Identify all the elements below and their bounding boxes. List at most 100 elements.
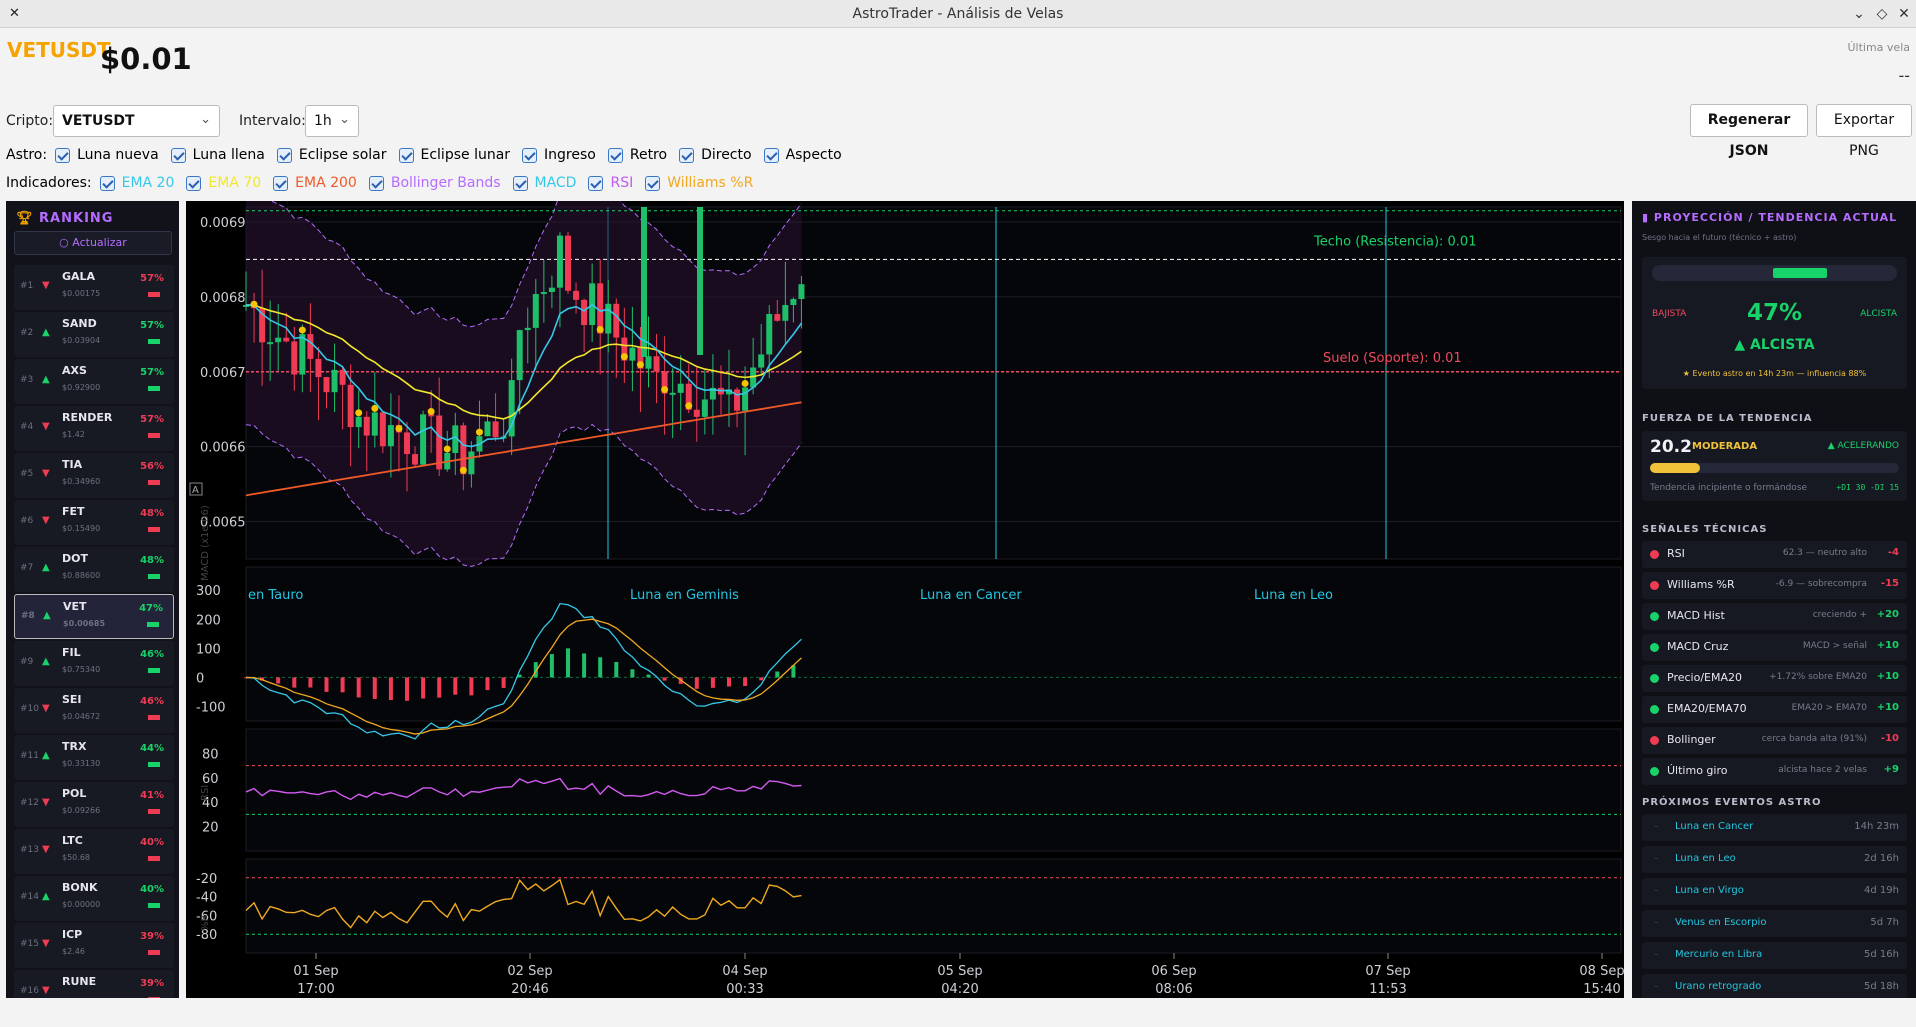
candle-body — [613, 303, 620, 338]
event-dash: – — [1654, 917, 1659, 928]
event-name: Urano retrogrado — [1675, 981, 1762, 992]
candle-body — [734, 389, 741, 411]
checkbox-icon[interactable] — [276, 147, 292, 163]
astro-event-row: – Urano retrogrado 5d 18h — [1642, 974, 1907, 998]
ranking-item[interactable]: #11 ▲ TRX $0.33130 44% — [14, 735, 174, 780]
export-png-button[interactable]: Exportar PNG — [1816, 104, 1912, 159]
astro-checkbox[interactable]: Luna nueva — [55, 147, 159, 163]
close-icon[interactable]: ✕ — [1894, 4, 1914, 24]
x-tick-time: 08:06 — [1155, 982, 1192, 997]
signal-row: EMA20/EMA70 EMA20 > EMA70 +10 — [1642, 696, 1907, 723]
astro-checkbox-label: Eclipse lunar — [420, 147, 511, 163]
rank-bar — [148, 292, 160, 297]
checkbox-icon[interactable] — [512, 175, 528, 191]
checkbox-icon[interactable] — [55, 147, 71, 163]
astro-checkbox[interactable]: Ingreso — [522, 147, 596, 163]
checkbox-icon[interactable] — [645, 175, 661, 191]
checkbox-icon[interactable] — [763, 147, 779, 163]
maximize-icon[interactable]: ◇ — [1872, 4, 1892, 24]
macd-hist-bar — [582, 653, 587, 678]
checkbox-icon[interactable] — [186, 175, 202, 191]
event-time: 5d 7h — [1870, 917, 1899, 928]
indicator-checkbox[interactable]: MACD — [512, 175, 576, 191]
regenerate-json-button[interactable]: Regenerar JSON — [1690, 104, 1808, 159]
astro-checkbox[interactable]: Eclipse solar — [276, 147, 387, 163]
rank-number: #1 — [20, 281, 34, 291]
chart-area[interactable]: 0.0069 0.0068 0.0067 0.0066 0.0065 Techo (Res… — [186, 184, 1625, 998]
checkbox-icon[interactable] — [588, 175, 604, 191]
indicator-checkbox[interactable]: EMA 70 — [186, 175, 261, 191]
macd-hist-bar — [276, 677, 281, 684]
macd-tick-label: 200 — [196, 613, 221, 628]
ranking-item[interactable]: #10 ▼ SEI $0.04672 46% — [14, 688, 174, 733]
indicator-checkbox[interactable]: EMA 200 — [273, 175, 357, 191]
checkbox-icon[interactable] — [607, 147, 623, 163]
astro-marker — [459, 466, 467, 474]
ranking-item[interactable]: #2 ▲ SAND $0.03904 57% — [14, 312, 174, 357]
rsi-tick-label: 80 — [202, 747, 219, 762]
ranking-item[interactable]: #6 ▼ FET $0.15490 48% — [14, 500, 174, 545]
ranking-item[interactable]: #8 ▲ VET $0.00685 47% — [14, 594, 174, 639]
ranking-item[interactable]: #9 ▲ FIL $0.75340 46% — [14, 641, 174, 686]
macd-hist-bar — [775, 671, 780, 678]
ranking-item[interactable]: #1 ▼ GALA $0.00175 57% — [14, 265, 174, 310]
ranking-item[interactable]: #14 ▲ BONK $0.00000 40% — [14, 876, 174, 921]
astro-checkbox[interactable]: Directo — [679, 147, 752, 163]
ranking-item[interactable]: #16 ▼ RUNE 39% — [14, 970, 174, 998]
astro-marker — [741, 379, 749, 387]
ranking-item[interactable]: #3 ▲ AXS $0.92900 57% — [14, 359, 174, 404]
indicator-checkbox[interactable]: RSI — [588, 175, 633, 191]
minimize-icon[interactable]: ⌄ — [1849, 4, 1869, 24]
x-tick-time: 17:00 — [297, 982, 334, 997]
signal-value: +9 — [1883, 764, 1899, 775]
astro-checkbox[interactable]: Luna llena — [170, 147, 265, 163]
ranking-item[interactable]: #7 ▲ DOT $0.88600 48% — [14, 547, 174, 592]
ranking-item[interactable]: #15 ▼ ICP $2.46 39% — [14, 923, 174, 968]
checkbox-icon[interactable] — [273, 175, 289, 191]
candle-body — [420, 414, 427, 465]
candle-body — [379, 412, 386, 447]
checkbox-icon[interactable] — [99, 175, 115, 191]
macd-hist-bar — [566, 648, 570, 678]
interval-select[interactable]: 1h ⌄ — [305, 105, 359, 137]
arrow-down-icon: ▼ — [42, 938, 50, 949]
candle-body — [484, 421, 491, 437]
ranking-item[interactable]: #13 ▼ LTC $50.68 40% — [14, 829, 174, 874]
checkbox-icon[interactable] — [679, 147, 695, 163]
checkbox-icon[interactable] — [170, 147, 186, 163]
ranking-item[interactable]: #12 ▼ POL $0.09266 41% — [14, 782, 174, 827]
indicator-checkbox[interactable]: Bollinger Bands — [368, 175, 501, 191]
rank-bar — [148, 433, 160, 438]
checkbox-icon[interactable] — [522, 147, 538, 163]
signal-row: Williams %R -6.9 — sobrecompra -15 — [1642, 572, 1907, 599]
rank-bar — [148, 574, 160, 579]
crypto-select[interactable]: VETUSDT ⌄ — [53, 105, 220, 137]
interval-select-value: 1h — [314, 113, 332, 129]
indicator-checkbox-label: EMA 200 — [295, 175, 357, 191]
ranking-item[interactable]: #5 ▼ TIA $0.34960 56% — [14, 453, 174, 498]
astro-marker — [298, 326, 306, 334]
candle-body — [798, 284, 805, 300]
candle-body — [283, 337, 290, 342]
moon-label: Luna en Cancer — [920, 588, 1022, 603]
signal-row: RSI 62.3 — neutro alto -4 — [1642, 541, 1907, 568]
chevron-down-icon: ⌄ — [339, 112, 350, 127]
macd-hist-bar — [646, 674, 651, 678]
rank-percent: 39% — [140, 931, 164, 942]
checkbox-icon[interactable] — [398, 147, 414, 163]
wr-tick-label: -40 — [196, 891, 217, 906]
indicator-checkbox[interactable]: EMA 20 — [99, 175, 174, 191]
astro-checkbox[interactable]: Retro — [607, 147, 668, 163]
astro-checkbox[interactable]: Aspecto — [763, 147, 842, 163]
astro-checkbox-label: Retro — [629, 147, 668, 163]
chart-svg[interactable]: 0.00690.00680.00670.00660.0065Techo (Res… — [186, 184, 1625, 998]
astro-checkbox[interactable]: Eclipse lunar — [398, 147, 511, 163]
candle-body — [516, 330, 523, 381]
astro-event-row: – Luna en Leo 2d 16h — [1642, 846, 1907, 873]
indicator-checkbox[interactable]: Williams %R — [645, 175, 753, 191]
arrow-down-icon: ▼ — [42, 515, 50, 526]
ranking-item[interactable]: #4 ▼ RENDER $1.42 57% — [14, 406, 174, 451]
checkbox-icon[interactable] — [368, 175, 384, 191]
macd-hist-bar — [469, 677, 474, 696]
refresh-ranking-button[interactable]: ○ Actualizar — [14, 231, 172, 255]
